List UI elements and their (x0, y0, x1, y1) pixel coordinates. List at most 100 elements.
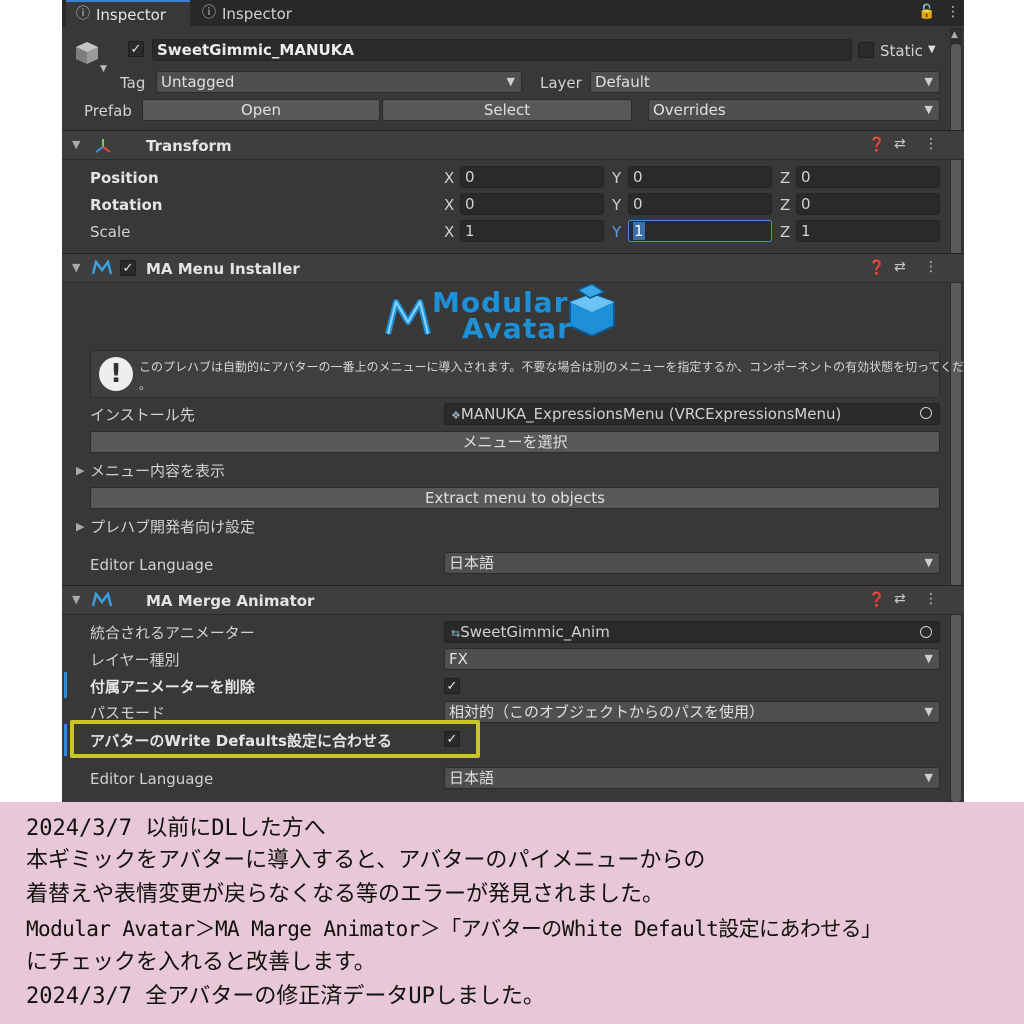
layer-dropdown[interactable]: Default ▼ (590, 71, 940, 93)
object-name-field[interactable]: SweetGimmic_MANUKA (152, 39, 852, 61)
menu-asset-icon: ❖ (451, 409, 461, 422)
layer-type-dropdown[interactable]: FX ▼ (444, 648, 940, 670)
tag-label: Tag (120, 74, 146, 92)
layer-type-label: レイヤー種別 (90, 651, 180, 669)
merge-animator-header[interactable]: ▼ MA Merge Animator ❓ ⇄ ⋮ (62, 585, 964, 615)
foldout-icon[interactable]: ▶ (76, 520, 84, 533)
position-x-label[interactable]: X (444, 169, 454, 187)
install-target-label: インストール先 (90, 406, 195, 424)
rotation-label: Rotation (90, 196, 163, 214)
override-indicator (64, 672, 67, 698)
editor-language-dropdown[interactable]: 日本語 ▼ (444, 552, 940, 574)
tab-inspector-2[interactable]: ⓘ Inspector (194, 0, 314, 26)
transform-header[interactable]: ▼ Transform ❓ ⇄ ⋮ (62, 130, 964, 160)
scale-x-label[interactable]: X (444, 223, 454, 241)
editor-language-label: Editor Language (90, 770, 214, 788)
chevron-down-icon: ▼ (924, 771, 933, 784)
active-checkbox[interactable]: ✓ (128, 41, 144, 57)
scale-z-field[interactable]: 1 (796, 220, 940, 242)
editor-language-label: Editor Language (90, 556, 214, 574)
write-defaults-checkbox[interactable]: ✓ (444, 731, 460, 747)
more-options-icon[interactable]: ⋮ (924, 259, 938, 275)
info-icon: ! (99, 357, 133, 391)
more-options-icon[interactable]: ⋮ (946, 4, 960, 20)
transform-title: Transform (146, 137, 232, 155)
scale-z-label[interactable]: Z (780, 223, 790, 241)
help-icon[interactable]: ❓ (868, 260, 885, 276)
rotation-y-label[interactable]: Y (612, 196, 621, 214)
animator-asset-icon: ⇆ (451, 627, 461, 640)
more-options-icon[interactable]: ⋮ (924, 591, 938, 607)
preset-icon[interactable]: ⇄ (894, 591, 906, 607)
rotation-x-field[interactable]: 0 (460, 193, 604, 215)
gameobject-icon (74, 40, 100, 66)
position-x-field[interactable]: 0 (460, 166, 604, 188)
chevron-down-icon: ▼ (924, 103, 933, 116)
help-icon[interactable]: ❓ (868, 137, 885, 153)
rotation-z-label[interactable]: Z (780, 196, 790, 214)
info-text-line1: このプレハブは自動的にアバターの一番上のメニューに導入されます。不要な場合は別の… (139, 360, 964, 374)
notice-line: 2024/3/7 以前にDLした方へ (26, 816, 326, 841)
install-target-field[interactable]: ❖MANUKA_ExpressionsMenu (VRCExpressionsM… (444, 403, 940, 425)
scale-y-field[interactable]: 1 (628, 220, 772, 242)
menu-installer-enabled-checkbox[interactable]: ✓ (120, 260, 136, 276)
select-menu-button[interactable]: メニューを選択 (90, 431, 940, 453)
prefab-dev-settings-foldout[interactable]: プレハブ開発者向け設定 (90, 518, 255, 536)
position-z-field[interactable]: 0 (796, 166, 940, 188)
chevron-down-icon: ▼ (924, 75, 933, 88)
delete-animator-checkbox[interactable]: ✓ (444, 678, 460, 694)
notice-line: Modular Avatar＞MA Marge Animator＞「アバターのW… (26, 917, 882, 941)
scale-label: Scale (90, 223, 131, 241)
chevron-down-icon: ▼ (924, 705, 933, 718)
static-label[interactable]: Static (880, 42, 923, 60)
chevron-down-icon: ▼ (924, 556, 933, 569)
show-menu-contents-foldout[interactable]: メニュー内容を表示 (90, 462, 225, 480)
object-picker-icon[interactable] (920, 626, 932, 638)
position-z-label[interactable]: Z (780, 169, 790, 187)
info-icon: ⓘ (202, 5, 216, 21)
foldout-icon[interactable]: ▼ (72, 261, 80, 274)
foldout-icon[interactable]: ▼ (72, 593, 80, 606)
scale-y-label[interactable]: Y (612, 223, 621, 241)
rotation-x-label[interactable]: X (444, 196, 454, 214)
rotation-y-field[interactable]: 0 (628, 193, 772, 215)
notice-line: にチェックを入れると改善します。 (26, 950, 376, 975)
position-y-field[interactable]: 0 (628, 166, 772, 188)
menu-installer-header[interactable]: ▼ ✓ MA Menu Installer ❓ ⇄ ⋮ (62, 253, 964, 283)
lock-icon[interactable]: 🔓 (918, 4, 935, 20)
animator-label: 統合されるアニメーター (90, 624, 255, 642)
preset-icon[interactable]: ⇄ (894, 136, 906, 152)
merge-animator-title: MA Merge Animator (146, 592, 315, 610)
animator-field[interactable]: ⇆SweetGimmic_Anim (444, 621, 940, 643)
chevron-down-icon: ▼ (506, 75, 515, 88)
tab-label: Inspector (96, 6, 166, 24)
preset-icon[interactable]: ⇄ (894, 259, 906, 275)
delete-animator-label: 付属アニメーターを削除 (90, 678, 255, 696)
scale-x-field[interactable]: 1 (460, 220, 604, 242)
position-y-label[interactable]: Y (612, 169, 621, 187)
help-icon[interactable]: ❓ (868, 592, 885, 608)
path-mode-dropdown[interactable]: 相対的（このオブジェクトからのパスを使用） ▼ (444, 701, 940, 723)
modular-avatar-icon (91, 259, 113, 276)
tab-inspector-active[interactable]: ⓘ Inspector (66, 0, 190, 27)
static-checkbox[interactable] (858, 42, 874, 58)
icon-dropdown-icon[interactable]: ▼ (100, 64, 107, 74)
info-box: ! このプレハブは自動的にアバターの一番上のメニューに導入されます。不要な場合は… (90, 350, 964, 398)
chevron-down-icon: ▼ (924, 652, 933, 665)
static-dropdown-icon[interactable]: ▼ (928, 44, 936, 55)
foldout-icon[interactable]: ▼ (72, 138, 80, 151)
prefab-select-button[interactable]: Select (382, 99, 632, 121)
foldout-icon[interactable]: ▶ (76, 464, 84, 477)
tab-label: Inspector (222, 5, 292, 23)
rotation-z-field[interactable]: 0 (796, 193, 940, 215)
prefab-overrides-dropdown[interactable]: Overrides ▼ (648, 99, 940, 121)
more-options-icon[interactable]: ⋮ (924, 136, 938, 152)
tag-dropdown[interactable]: Untagged ▼ (156, 71, 522, 93)
transform-icon (94, 137, 112, 155)
prefab-open-button[interactable]: Open (142, 99, 380, 121)
extract-menu-button[interactable]: Extract menu to objects (90, 487, 940, 509)
write-defaults-label: アバターのWrite Defaults設定に合わせる (90, 732, 392, 750)
object-picker-icon[interactable] (920, 407, 932, 419)
editor-language-dropdown-2[interactable]: 日本語 ▼ (444, 767, 940, 789)
scroll-up-icon[interactable]: ▲ (951, 30, 958, 40)
